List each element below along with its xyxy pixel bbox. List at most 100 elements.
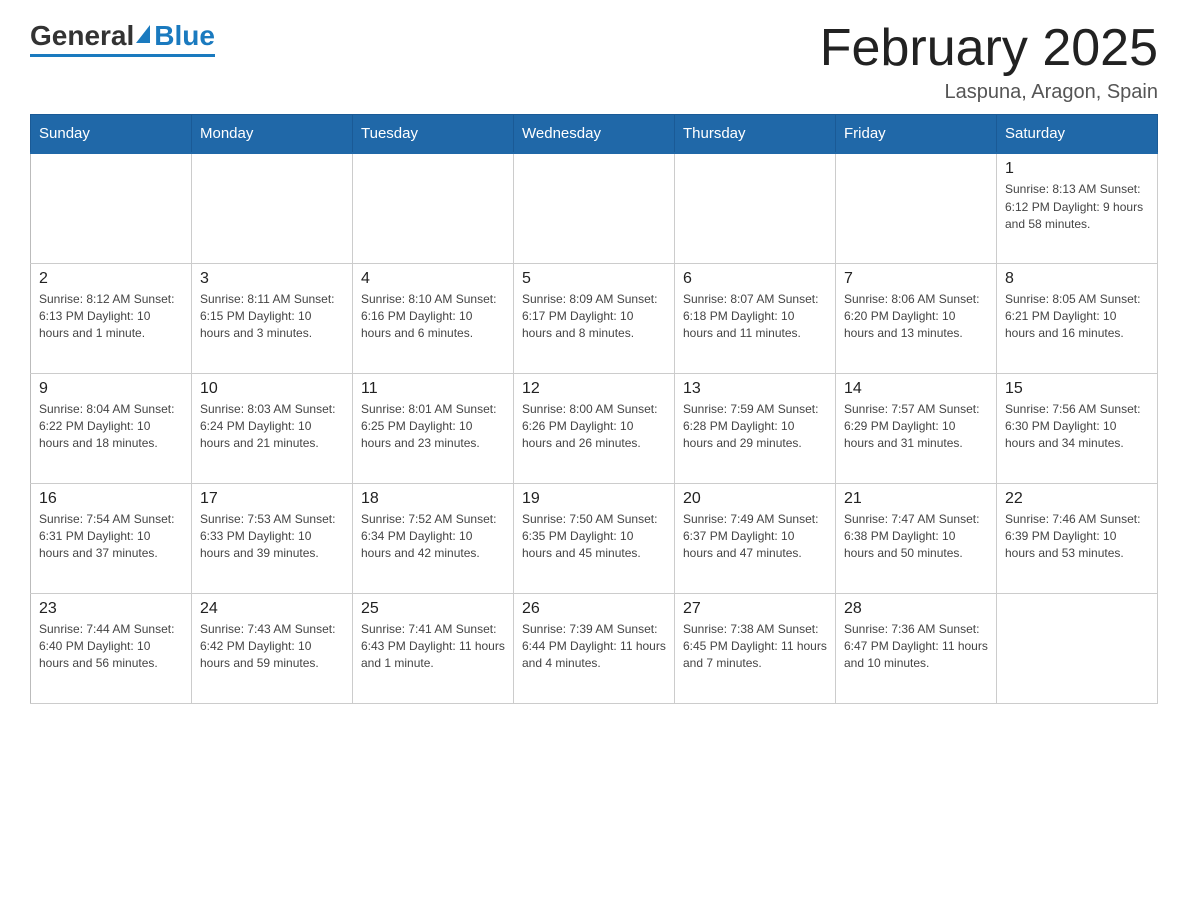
day-number: 7 (844, 270, 988, 288)
calendar-cell (836, 153, 997, 263)
day-info: Sunrise: 8:13 AM Sunset: 6:12 PM Dayligh… (1005, 181, 1149, 233)
calendar-cell: 3 Sunrise: 8:11 AM Sunset: 6:15 PM Daylig… (192, 263, 353, 373)
calendar-cell: 7 Sunrise: 8:06 AM Sunset: 6:20 PM Daylig… (836, 263, 997, 373)
day-number: 10 (200, 380, 344, 398)
day-number: 13 (683, 380, 827, 398)
day-number: 22 (1005, 490, 1149, 508)
calendar-week-1: 1Sunrise: 8:13 AM Sunset: 6:12 PM Daylig… (31, 153, 1158, 263)
day-info: Sunrise: 8:04 AM Sunset: 6:22 PM Dayligh… (39, 401, 183, 453)
calendar-cell: 6 Sunrise: 8:07 AM Sunset: 6:18 PM Daylig… (675, 263, 836, 373)
calendar-cell: 9 Sunrise: 8:04 AM Sunset: 6:22 PM Daylig… (31, 373, 192, 483)
month-title: February 2025 (820, 20, 1158, 77)
day-info: Sunrise: 8:07 AM Sunset: 6:18 PM Dayligh… (683, 291, 827, 343)
calendar-header: SundayMondayTuesdayWednesdayThursdayFrid… (31, 115, 1158, 154)
calendar-table: SundayMondayTuesdayWednesdayThursdayFrid… (30, 114, 1158, 704)
day-number: 9 (39, 380, 183, 398)
day-number: 12 (522, 380, 666, 398)
day-number: 6 (683, 270, 827, 288)
calendar-cell: 16 Sunrise: 7:54 AM Sunset: 6:31 PM Dayli… (31, 483, 192, 593)
calendar-week-2: 2Sunrise: 8:12 AM Sunset: 6:13 PM Daylig… (31, 263, 1158, 373)
calendar-cell: 27Sunrise: 7:38 AM Sunset: 6:45 PM Dayli… (675, 593, 836, 703)
calendar-cell: 10 Sunrise: 8:03 AM Sunset: 6:24 PM Dayli… (192, 373, 353, 483)
calendar-cell: 11Sunrise: 8:01 AM Sunset: 6:25 PM Dayli… (353, 373, 514, 483)
day-number: 5 (522, 270, 666, 288)
calendar-cell: 12 Sunrise: 8:00 AM Sunset: 6:26 PM Dayli… (514, 373, 675, 483)
calendar-cell: 21 Sunrise: 7:47 AM Sunset: 6:38 PM Dayli… (836, 483, 997, 593)
day-number: 8 (1005, 270, 1149, 288)
day-info: Sunrise: 7:43 AM Sunset: 6:42 PM Dayligh… (200, 621, 344, 673)
day-number: 14 (844, 380, 988, 398)
day-info: Sunrise: 8:05 AM Sunset: 6:21 PM Dayligh… (1005, 291, 1149, 343)
day-info: Sunrise: 8:03 AM Sunset: 6:24 PM Dayligh… (200, 401, 344, 453)
day-info: Sunrise: 7:50 AM Sunset: 6:35 PM Dayligh… (522, 511, 666, 563)
day-info: Sunrise: 7:59 AM Sunset: 6:28 PM Dayligh… (683, 401, 827, 453)
days-of-week-row: SundayMondayTuesdayWednesdayThursdayFrid… (31, 115, 1158, 154)
day-info: Sunrise: 7:47 AM Sunset: 6:38 PM Dayligh… (844, 511, 988, 563)
calendar-cell (997, 593, 1158, 703)
calendar-cell: 20Sunrise: 7:49 AM Sunset: 6:37 PM Dayli… (675, 483, 836, 593)
calendar-cell: 1Sunrise: 8:13 AM Sunset: 6:12 PM Daylig… (997, 153, 1158, 263)
calendar-cell: 18 Sunrise: 7:52 AM Sunset: 6:34 PM Dayli… (353, 483, 514, 593)
day-number: 27 (683, 600, 827, 618)
day-info: Sunrise: 8:01 AM Sunset: 6:25 PM Dayligh… (361, 401, 505, 453)
day-number: 17 (200, 490, 344, 508)
day-info: Sunrise: 7:54 AM Sunset: 6:31 PM Dayligh… (39, 511, 183, 563)
day-of-week-thursday: Thursday (675, 115, 836, 154)
calendar-cell: 25 Sunrise: 7:41 AM Sunset: 6:43 PM Dayli… (353, 593, 514, 703)
day-number: 21 (844, 490, 988, 508)
day-number: 25 (361, 600, 505, 618)
day-info: Sunrise: 7:52 AM Sunset: 6:34 PM Dayligh… (361, 511, 505, 563)
day-of-week-friday: Friday (836, 115, 997, 154)
calendar-cell: 13 Sunrise: 7:59 AM Sunset: 6:28 PM Dayli… (675, 373, 836, 483)
day-of-week-monday: Monday (192, 115, 353, 154)
day-info: Sunrise: 8:12 AM Sunset: 6:13 PM Dayligh… (39, 291, 183, 343)
day-info: Sunrise: 8:11 AM Sunset: 6:15 PM Dayligh… (200, 291, 344, 343)
calendar-cell: 26 Sunrise: 7:39 AM Sunset: 6:44 PM Dayli… (514, 593, 675, 703)
day-number: 24 (200, 600, 344, 618)
day-info: Sunrise: 8:00 AM Sunset: 6:26 PM Dayligh… (522, 401, 666, 453)
day-number: 19 (522, 490, 666, 508)
day-number: 23 (39, 600, 183, 618)
calendar-cell (675, 153, 836, 263)
logo-blue-text: Blue (154, 20, 215, 52)
day-number: 4 (361, 270, 505, 288)
day-number: 16 (39, 490, 183, 508)
day-number: 18 (361, 490, 505, 508)
calendar-cell: 22Sunrise: 7:46 AM Sunset: 6:39 PM Dayli… (997, 483, 1158, 593)
calendar-week-3: 9 Sunrise: 8:04 AM Sunset: 6:22 PM Daylig… (31, 373, 1158, 483)
day-info: Sunrise: 8:10 AM Sunset: 6:16 PM Dayligh… (361, 291, 505, 343)
title-section: February 2025 Laspuna, Aragon, Spain (820, 20, 1158, 104)
calendar-cell (514, 153, 675, 263)
day-info: Sunrise: 7:44 AM Sunset: 6:40 PM Dayligh… (39, 621, 183, 673)
day-info: Sunrise: 7:56 AM Sunset: 6:30 PM Dayligh… (1005, 401, 1149, 453)
logo-general-text: General (30, 20, 134, 52)
day-info: Sunrise: 8:06 AM Sunset: 6:20 PM Dayligh… (844, 291, 988, 343)
day-info: Sunrise: 7:41 AM Sunset: 6:43 PM Dayligh… (361, 621, 505, 673)
day-number: 26 (522, 600, 666, 618)
day-info: Sunrise: 7:53 AM Sunset: 6:33 PM Dayligh… (200, 511, 344, 563)
calendar-cell: 4 Sunrise: 8:10 AM Sunset: 6:16 PM Daylig… (353, 263, 514, 373)
day-of-week-wednesday: Wednesday (514, 115, 675, 154)
calendar-body: 1Sunrise: 8:13 AM Sunset: 6:12 PM Daylig… (31, 153, 1158, 703)
day-of-week-sunday: Sunday (31, 115, 192, 154)
day-info: Sunrise: 7:39 AM Sunset: 6:44 PM Dayligh… (522, 621, 666, 673)
logo-underline (30, 54, 215, 57)
day-info: Sunrise: 7:49 AM Sunset: 6:37 PM Dayligh… (683, 511, 827, 563)
calendar-cell: 23 Sunrise: 7:44 AM Sunset: 6:40 PM Dayli… (31, 593, 192, 703)
logo-triangle-icon (136, 25, 150, 43)
calendar-cell: 17 Sunrise: 7:53 AM Sunset: 6:33 PM Dayli… (192, 483, 353, 593)
day-number: 3 (200, 270, 344, 288)
page-header: General Blue February 2025 Laspuna, Arag… (30, 20, 1158, 104)
calendar-cell: 2Sunrise: 8:12 AM Sunset: 6:13 PM Daylig… (31, 263, 192, 373)
calendar-cell (31, 153, 192, 263)
day-number: 15 (1005, 380, 1149, 398)
calendar-cell (192, 153, 353, 263)
calendar-cell: 5Sunrise: 8:09 AM Sunset: 6:17 PM Daylig… (514, 263, 675, 373)
day-number: 28 (844, 600, 988, 618)
calendar-cell: 15 Sunrise: 7:56 AM Sunset: 6:30 PM Dayli… (997, 373, 1158, 483)
calendar-cell (353, 153, 514, 263)
day-of-week-saturday: Saturday (997, 115, 1158, 154)
day-of-week-tuesday: Tuesday (353, 115, 514, 154)
calendar-week-5: 23 Sunrise: 7:44 AM Sunset: 6:40 PM Dayli… (31, 593, 1158, 703)
day-info: Sunrise: 7:36 AM Sunset: 6:47 PM Dayligh… (844, 621, 988, 673)
